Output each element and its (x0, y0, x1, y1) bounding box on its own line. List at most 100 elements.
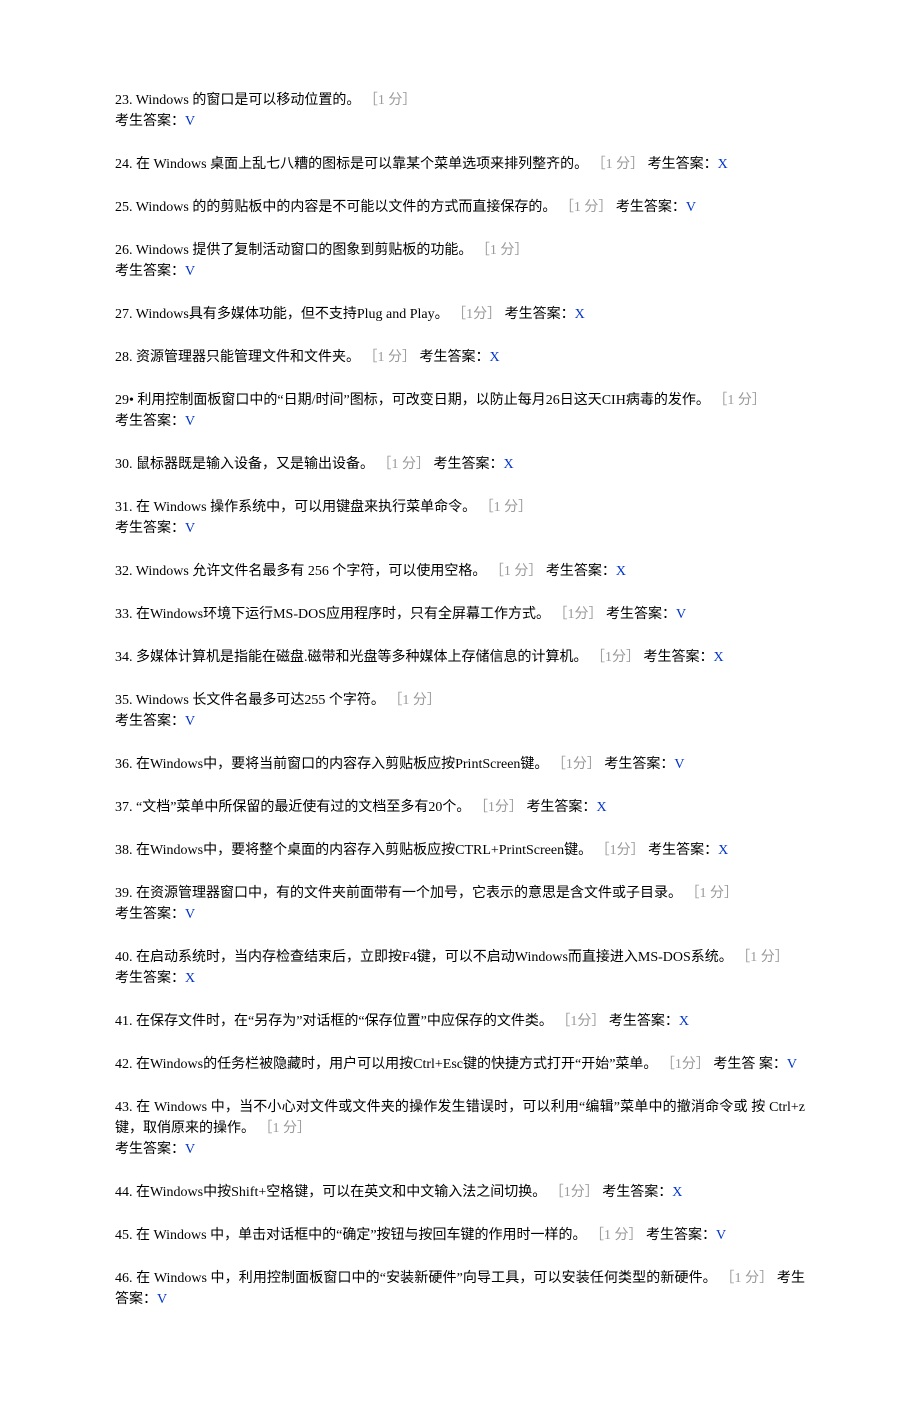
question-number: 42. (115, 1057, 136, 1072)
answer-value: V (676, 607, 686, 622)
question-points: ［1分］ (474, 800, 527, 815)
answer-label: 考生答案： (115, 714, 185, 729)
question-points: ［1分］ (552, 757, 601, 772)
question-points: ［1 分］ (720, 1271, 773, 1286)
question-points: ［1 分］ (388, 693, 441, 708)
answer-value: V (185, 521, 195, 536)
question-text: 在Windows中，要将整个桌面的内容存入剪贴板应按CTRL+PrintScre… (136, 843, 592, 858)
question-item: 32. Windows 允许文件名最多有 256 个字符，可以使用空格。 ［1 … (115, 561, 805, 582)
question-item: 38. 在Windows中，要将整个桌面的内容存入剪贴板应按CTRL+Print… (115, 840, 805, 861)
question-number: 33. (115, 607, 136, 622)
answer-label: 考生答案： (115, 971, 185, 986)
answer-label: 考生答案： (115, 264, 185, 279)
answer-label: 考生答案： (602, 1185, 672, 1200)
answer-value: V (185, 907, 195, 922)
question-points: ［1 分］ (592, 157, 645, 172)
answer-value: V (157, 1292, 167, 1307)
question-points: ［1分］ (596, 843, 645, 858)
question-text: 鼠标器既是输入设备，又是输出设备。 (136, 457, 374, 472)
question-points: ［1 分］ (259, 1121, 312, 1136)
question-text: 在资源管理器窗口中，有的文件夹前面带有一个加号，它表示的意思是含文件或子目录。 (136, 886, 682, 901)
question-points: ［1分］ (452, 307, 501, 322)
question-number: 27. (115, 307, 136, 322)
question-number: 26. (115, 243, 136, 258)
question-points: ［1 分］ (686, 886, 739, 901)
question-item: 41. 在保存文件时，在“另存为”对话框的“保存位置”中应保存的文件类。 ［1分… (115, 1011, 805, 1032)
question-item: 44. 在Windows中按Shift+空格键，可以在英文和中文输入法之间切换。… (115, 1182, 805, 1203)
answer-value: X (679, 1014, 689, 1029)
question-text: 多媒体计算机是指能在磁盘.磁带和光盘等多种媒体上存储信息的计算机。 (136, 650, 588, 665)
question-text: Windows 允许文件名最多有 256 个字符，可以使用空格。 (136, 564, 487, 579)
question-number: 36. (115, 757, 136, 772)
answer-value: X (575, 307, 585, 322)
question-item: 34. 多媒体计算机是指能在磁盘.磁带和光盘等多种媒体上存储信息的计算机。 ［1… (115, 647, 805, 668)
question-text: Windows具有多媒体功能，但不支持Plug and Play。 (136, 307, 449, 322)
answer-label: 考生答案： (526, 800, 596, 815)
answer-label: 考生答案： (609, 1014, 679, 1029)
question-text: Windows 提供了复制活动窗口的图象到剪贴板的功能。 (136, 243, 473, 258)
answer-value: X (718, 157, 728, 172)
question-number: 28. (115, 350, 136, 365)
question-item: 36. 在Windows中，要将当前窗口的内容存入剪贴板应按PrintScree… (115, 754, 805, 775)
question-text: 在Windows环境下运行MS-DOS应用程序时，只有全屏幕工作方式。 (136, 607, 550, 622)
answer-label: 考生答案： (434, 457, 504, 472)
question-item: 42. 在Windows的任务栏被隐藏时，用户可以用按Ctrl+Esc键的快捷方… (115, 1054, 805, 1075)
question-item: 39. 在资源管理器窗口中，有的文件夹前面带有一个加号，它表示的意思是含文件或子… (115, 883, 805, 925)
question-text: Windows 长文件名最多可达255 个字符。 (136, 693, 385, 708)
question-item: 30. 鼠标器既是输入设备，又是输出设备。 ［1 分］ 考生答案：X (115, 454, 805, 475)
question-item: 45. 在 Windows 中，单击对话框中的“确定”按钮与按回车键的作用时一样… (115, 1225, 805, 1246)
answer-label: 考生答案： (648, 843, 718, 858)
question-points: ［1 分］ (713, 393, 766, 408)
question-points: ［1分］ (661, 1057, 710, 1072)
question-item: 33. 在Windows环境下运行MS-DOS应用程序时，只有全屏幕工作方式。 … (115, 604, 805, 625)
answer-value: V (185, 414, 195, 429)
question-text: 资源管理器只能管理文件和文件夹。 (136, 350, 360, 365)
question-points: ［1 分］ (476, 243, 529, 258)
answer-label: 考生答案： (115, 1142, 185, 1157)
answer-label: 考生答案： (606, 607, 676, 622)
answer-value: X (718, 843, 728, 858)
question-number: 38. (115, 843, 136, 858)
question-number: 39. (115, 886, 136, 901)
answer-value: V (185, 114, 195, 129)
question-number: 23. (115, 93, 136, 108)
answer-label: 考生答案： (644, 650, 714, 665)
question-item: 37. “文档”菜单中所保留的最近使有过的文档至多有20个。 ［1分］ 考生答案… (115, 797, 805, 818)
question-text: 利用控制面板窗口中的“日期/时间”图标，可改变日期，以防止每月26日这天CIH病… (137, 393, 709, 408)
question-points: ［1 分］ (364, 350, 417, 365)
answer-value: X (672, 1185, 682, 1200)
question-points: ［1分］ (554, 607, 603, 622)
question-text: 在Windows中按Shift+空格键，可以在英文和中文输入法之间切换。 (136, 1185, 546, 1200)
question-points: ［1 分］ (378, 457, 431, 472)
answer-label: 考生答案： (616, 200, 686, 215)
answer-value: V (674, 757, 684, 772)
answer-value: V (185, 264, 195, 279)
answer-label: 考生答案： (546, 564, 616, 579)
question-number: 31. (115, 500, 136, 515)
question-points: ［1 分］ (736, 950, 789, 965)
question-number: 40. (115, 950, 136, 965)
answer-value: V (185, 714, 195, 729)
question-item: 24. 在 Windows 桌面上乱七八糟的图标是可以靠某个菜单选项来排列整齐的… (115, 154, 805, 175)
question-text: 在 Windows 桌面上乱七八糟的图标是可以靠某个菜单选项来排列整齐的。 (136, 157, 588, 172)
question-number: 46. (115, 1271, 136, 1286)
answer-value: X (714, 650, 724, 665)
question-text: 在 Windows 操作系统中，可以用键盘来执行菜单命令。 (136, 500, 476, 515)
question-number: 44. (115, 1185, 136, 1200)
question-text: 在 Windows 中，当不小心对文件或文件夹的操作发生错误时，可以利用“编辑”… (115, 1100, 805, 1136)
question-number: 37. (115, 800, 136, 815)
answer-value: X (616, 564, 626, 579)
question-text: 在 Windows 中，利用控制面板窗口中的“安装新硬件”向导工具，可以安装任何… (136, 1271, 717, 1286)
question-item: 29• 利用控制面板窗口中的“日期/时间”图标，可改变日期，以防止每月26日这天… (115, 390, 805, 432)
answer-label: 考生答案： (505, 307, 575, 322)
question-points: ［1 分］ (490, 564, 543, 579)
question-item: 26. Windows 提供了复制活动窗口的图象到剪贴板的功能。 ［1 分］ 考生… (115, 240, 805, 282)
answer-value: X (490, 350, 500, 365)
question-number: 43. (115, 1100, 136, 1115)
question-number: 25. (115, 200, 136, 215)
question-item: 31. 在 Windows 操作系统中，可以用键盘来执行菜单命令。 ［1 分］考… (115, 497, 805, 539)
question-points: ［1 分］ (364, 93, 417, 108)
question-points: ［1分］ (550, 1185, 599, 1200)
question-points: ［1 分］ (480, 500, 533, 515)
answer-value: X (596, 800, 606, 815)
